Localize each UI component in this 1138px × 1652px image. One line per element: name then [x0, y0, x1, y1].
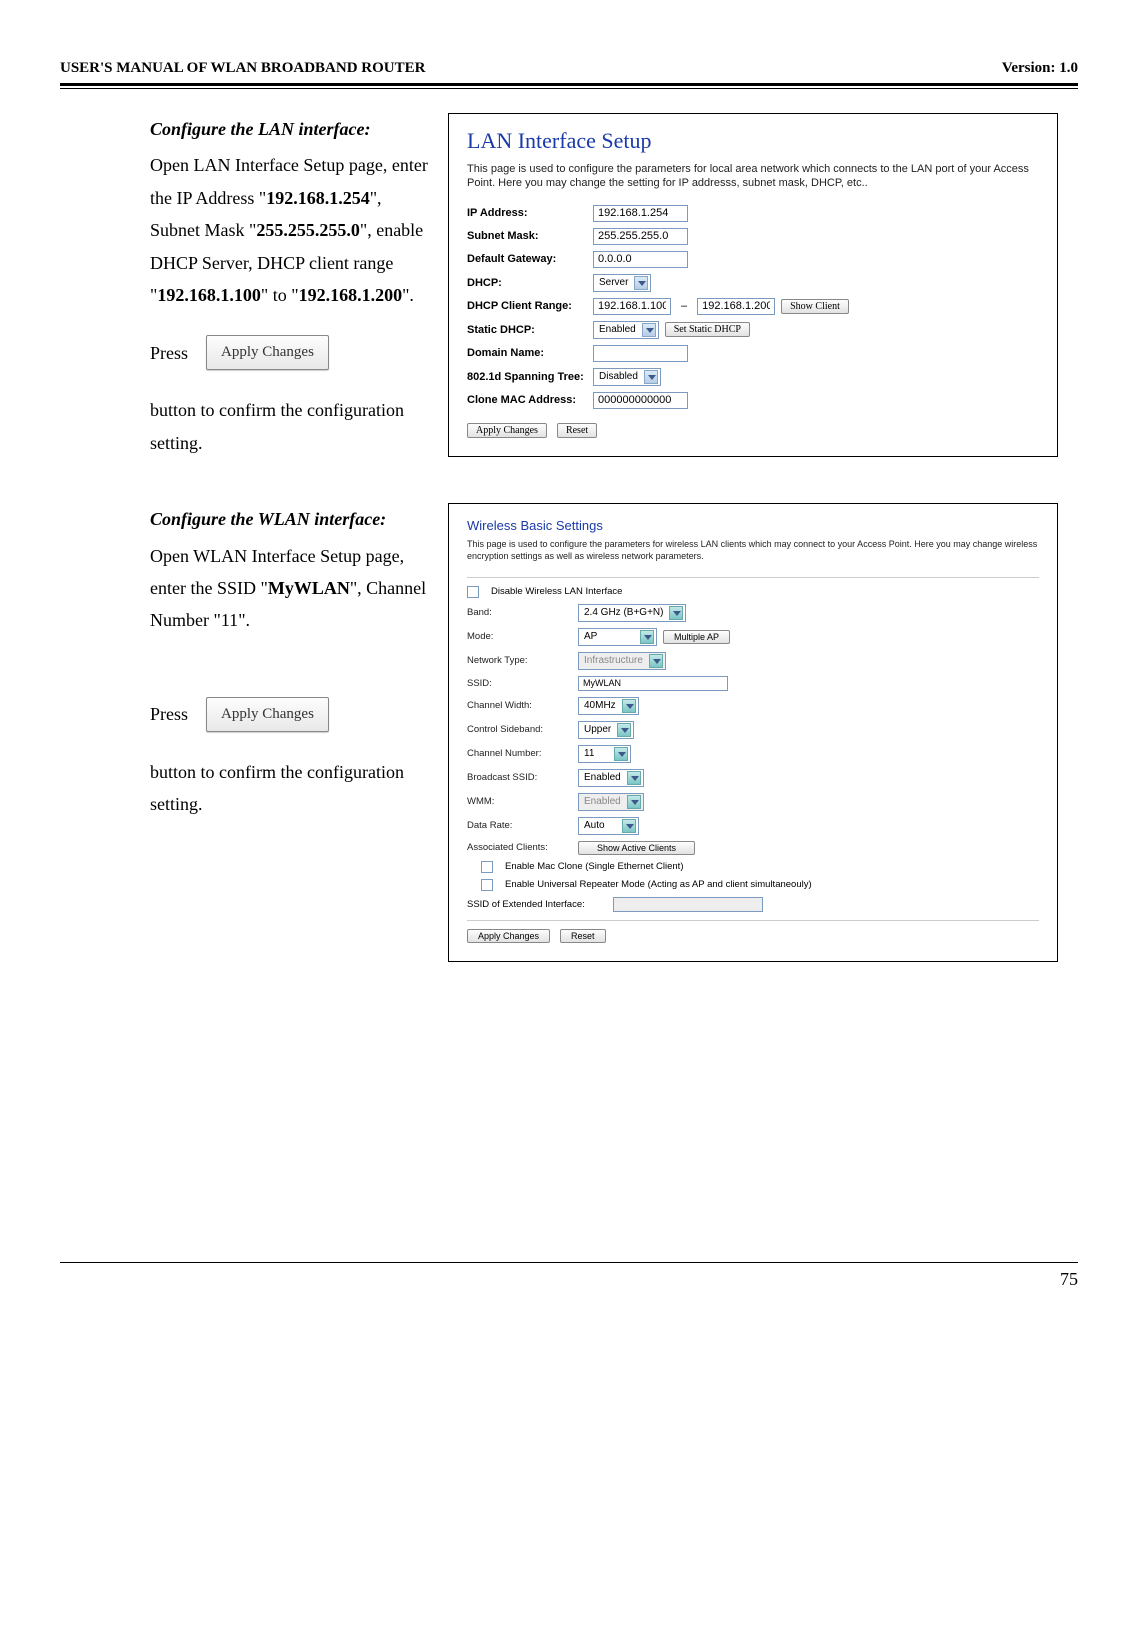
ext-ssid-label: SSID of Extended Interface:: [467, 899, 607, 910]
chevron-down-icon: [614, 747, 628, 761]
rate-select[interactable]: Auto: [578, 817, 639, 835]
mac-clone-label: Enable Mac Clone (Single Ethernet Client…: [505, 861, 683, 872]
clients-label: Associated Clients:: [467, 842, 572, 853]
disable-wlan-checkbox[interactable]: [467, 586, 479, 598]
wlan-apply-button[interactable]: Apply Changes: [467, 929, 550, 943]
footer-rule: [60, 1262, 1078, 1269]
header-left: USER'S MANUAL OF WLAN BROADBAND ROUTER: [60, 60, 425, 77]
range-end-input[interactable]: [697, 298, 775, 315]
static-dhcp-label: Static DHCP:: [467, 324, 587, 336]
chevron-down-icon: [644, 370, 658, 384]
chevron-down-icon: [634, 276, 648, 290]
wlan-panel: Wireless Basic Settings This page is use…: [448, 503, 1058, 961]
wlan-panel-title: Wireless Basic Settings: [467, 518, 1039, 533]
lan-section: Configure the LAN interface: Open LAN In…: [150, 113, 1058, 463]
spanning-select[interactable]: Disabled: [593, 368, 661, 386]
content: Configure the LAN interface: Open LAN In…: [150, 113, 1058, 962]
mode-label: Mode:: [467, 631, 572, 642]
domain-label: Domain Name:: [467, 347, 587, 359]
lan-confirm: button to confirm the configuration sett…: [150, 394, 430, 459]
ip-label: IP Address:: [467, 207, 587, 219]
gateway-input[interactable]: [593, 251, 688, 268]
wlan-text-col: Configure the WLAN interface: Open WLAN …: [150, 503, 430, 824]
sideband-label: Control Sideband:: [467, 724, 572, 735]
ip-input[interactable]: [593, 205, 688, 222]
chevron-down-icon: [627, 795, 641, 809]
wlan-reset-button[interactable]: Reset: [560, 929, 606, 943]
sideband-select[interactable]: Upper: [578, 721, 634, 739]
lan-body: Open LAN Interface Setup page, enter the…: [150, 149, 430, 311]
ssid-label: SSID:: [467, 678, 572, 689]
width-select[interactable]: 40MHz: [578, 697, 639, 715]
press-label: Press: [150, 698, 188, 730]
lan-heading: Configure the LAN interface:: [150, 113, 430, 145]
chevron-down-icon: [627, 771, 641, 785]
apply-changes-image: Apply Changes: [206, 697, 329, 732]
apply-changes-image: Apply Changes: [206, 335, 329, 370]
range-label: DHCP Client Range:: [467, 300, 587, 312]
lan-reset-button[interactable]: Reset: [557, 423, 597, 438]
static-dhcp-select[interactable]: Enabled: [593, 321, 659, 339]
chevron-down-icon: [617, 723, 631, 737]
chevron-down-icon: [622, 819, 636, 833]
repeater-checkbox[interactable]: [481, 879, 493, 891]
lan-panel-desc: This page is used to configure the param…: [467, 162, 1039, 191]
lan-text-col: Configure the LAN interface: Open LAN In…: [150, 113, 430, 463]
repeater-label: Enable Universal Repeater Mode (Acting a…: [505, 879, 812, 890]
page-number: 75: [60, 1269, 1078, 1290]
mac-label: Clone MAC Address:: [467, 394, 587, 406]
press-label: Press: [150, 337, 188, 369]
disable-wlan-label: Disable Wireless LAN Interface: [491, 586, 622, 597]
chevron-down-icon: [642, 323, 656, 337]
domain-input[interactable]: [593, 345, 688, 362]
channel-label: Channel Number:: [467, 748, 572, 759]
ssid-input[interactable]: [578, 676, 728, 691]
chevron-down-icon: [649, 654, 663, 668]
wlan-panel-desc: This page is used to configure the param…: [467, 539, 1039, 562]
band-label: Band:: [467, 607, 572, 618]
show-client-button[interactable]: Show Client: [781, 299, 849, 314]
broadcast-label: Broadcast SSID:: [467, 772, 572, 783]
divider: [467, 577, 1039, 578]
mask-input[interactable]: [593, 228, 688, 245]
lan-panel-title: LAN Interface Setup: [467, 128, 1039, 154]
chevron-down-icon: [640, 630, 654, 644]
mode-select[interactable]: AP: [578, 628, 657, 646]
gateway-label: Default Gateway:: [467, 253, 587, 265]
chevron-down-icon: [622, 699, 636, 713]
wlan-section: Configure the WLAN interface: Open WLAN …: [150, 503, 1058, 961]
range-start-input[interactable]: [593, 298, 671, 315]
wmm-label: WMM:: [467, 796, 572, 807]
width-label: Channel Width:: [467, 700, 572, 711]
header-rule: [60, 83, 1078, 89]
mac-input[interactable]: [593, 392, 688, 409]
chevron-down-icon: [669, 606, 683, 620]
wlan-press-row: Press Apply Changes: [150, 697, 430, 732]
dhcp-select[interactable]: Server: [593, 274, 651, 292]
set-static-dhcp-button[interactable]: Set Static DHCP: [665, 322, 750, 337]
nettype-label: Network Type:: [467, 655, 572, 666]
band-select[interactable]: 2.4 GHz (B+G+N): [578, 604, 686, 622]
ext-ssid-input[interactable]: [613, 897, 763, 912]
lan-apply-button[interactable]: Apply Changes: [467, 423, 547, 438]
rate-label: Data Rate:: [467, 820, 572, 831]
dhcp-label: DHCP:: [467, 277, 587, 289]
divider: [467, 920, 1039, 921]
wlan-body: Open WLAN Interface Setup page, enter th…: [150, 540, 430, 637]
channel-select[interactable]: 11: [578, 745, 631, 763]
broadcast-select[interactable]: Enabled: [578, 769, 644, 787]
wmm-select[interactable]: Enabled: [578, 793, 644, 811]
lan-panel: LAN Interface Setup This page is used to…: [448, 113, 1058, 457]
page-header: USER'S MANUAL OF WLAN BROADBAND ROUTER V…: [60, 60, 1078, 83]
nettype-select[interactable]: Infrastructure: [578, 652, 666, 670]
wlan-confirm: button to confirm the configuration sett…: [150, 756, 430, 821]
show-active-clients-button[interactable]: Show Active Clients: [578, 841, 695, 855]
wlan-heading: Configure the WLAN interface:: [150, 503, 430, 535]
mask-label: Subnet Mask:: [467, 230, 587, 242]
multiple-ap-button[interactable]: Multiple AP: [663, 630, 730, 644]
spanning-label: 802.1d Spanning Tree:: [467, 371, 587, 383]
mac-clone-checkbox[interactable]: [481, 861, 493, 873]
lan-press-row: Press Apply Changes: [150, 335, 430, 370]
header-right: Version: 1.0: [1002, 60, 1078, 77]
